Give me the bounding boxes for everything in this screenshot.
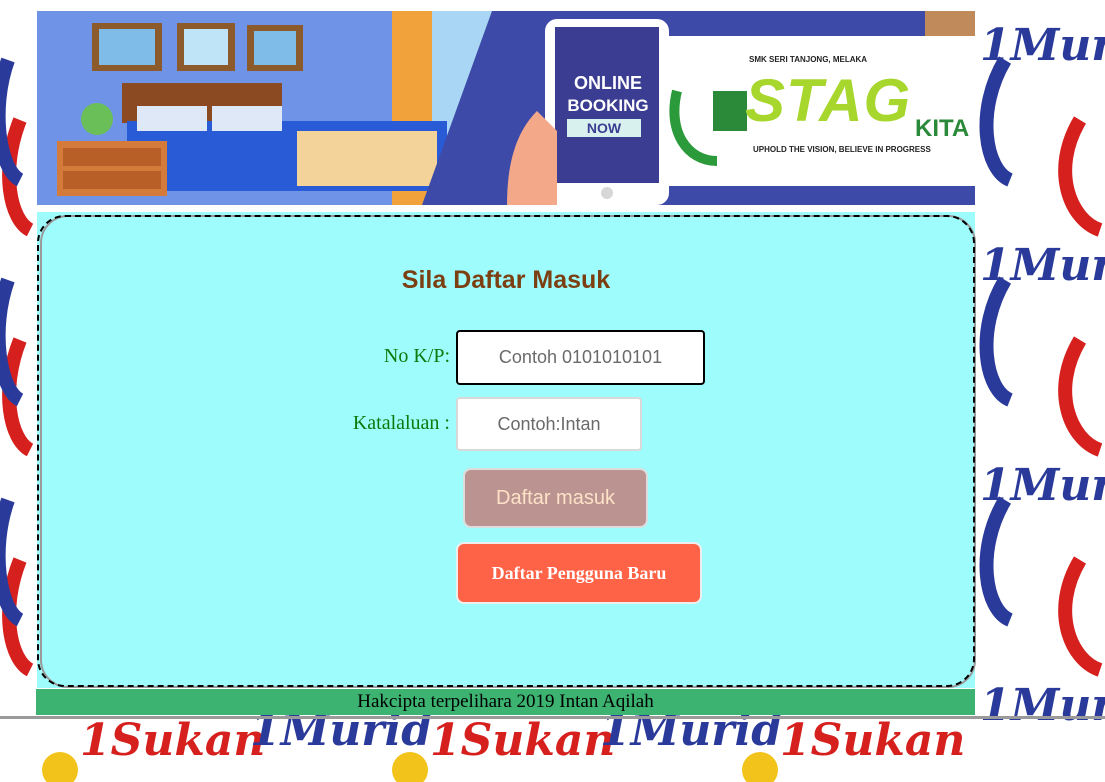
footer: Hakcipta terpelihara 2019 Intan Aqilah	[36, 689, 975, 715]
tagline: UPHOLD THE VISION, BELIEVE IN PROGRESS	[753, 145, 931, 154]
svg-text:1Sukan: 1Sukan	[780, 715, 965, 766]
copyright-text: Hakcipta terpelihara 2019 Intan Aqilah	[357, 691, 654, 712]
svg-text:1Muri: 1Muri	[980, 680, 1105, 731]
header-banner: ONLINE BOOKING NOW SMK SERI TANJONG, MEL…	[37, 11, 975, 205]
register-button[interactable]: Daftar Pengguna Baru	[456, 542, 702, 604]
booking-line3: NOW	[567, 119, 641, 137]
password-input[interactable]	[456, 397, 642, 451]
booking-line2: BOOKING	[567, 96, 649, 115]
ic-label: No K/P:	[383, 345, 450, 367]
booking-line1: ONLINE	[573, 73, 642, 93]
svg-text:1Muri: 1Muri	[980, 20, 1105, 71]
login-button[interactable]: Daftar masuk	[463, 468, 648, 528]
school-name: SMK SERI TANJONG, MELAKA	[749, 55, 868, 64]
password-label: Katalaluan :	[352, 412, 450, 434]
svg-text:1Sukan: 1Sukan	[430, 715, 615, 766]
svg-text:1Muri: 1Muri	[980, 460, 1105, 511]
ic-number-input[interactable]	[456, 330, 705, 385]
logo-word: STAG	[745, 67, 912, 134]
footer-divider	[0, 716, 1105, 719]
logo-suffix: KITA	[915, 115, 970, 142]
page-title: Sila Daftar Masuk	[401, 266, 611, 294]
svg-text:1Sukan: 1Sukan	[80, 715, 265, 766]
